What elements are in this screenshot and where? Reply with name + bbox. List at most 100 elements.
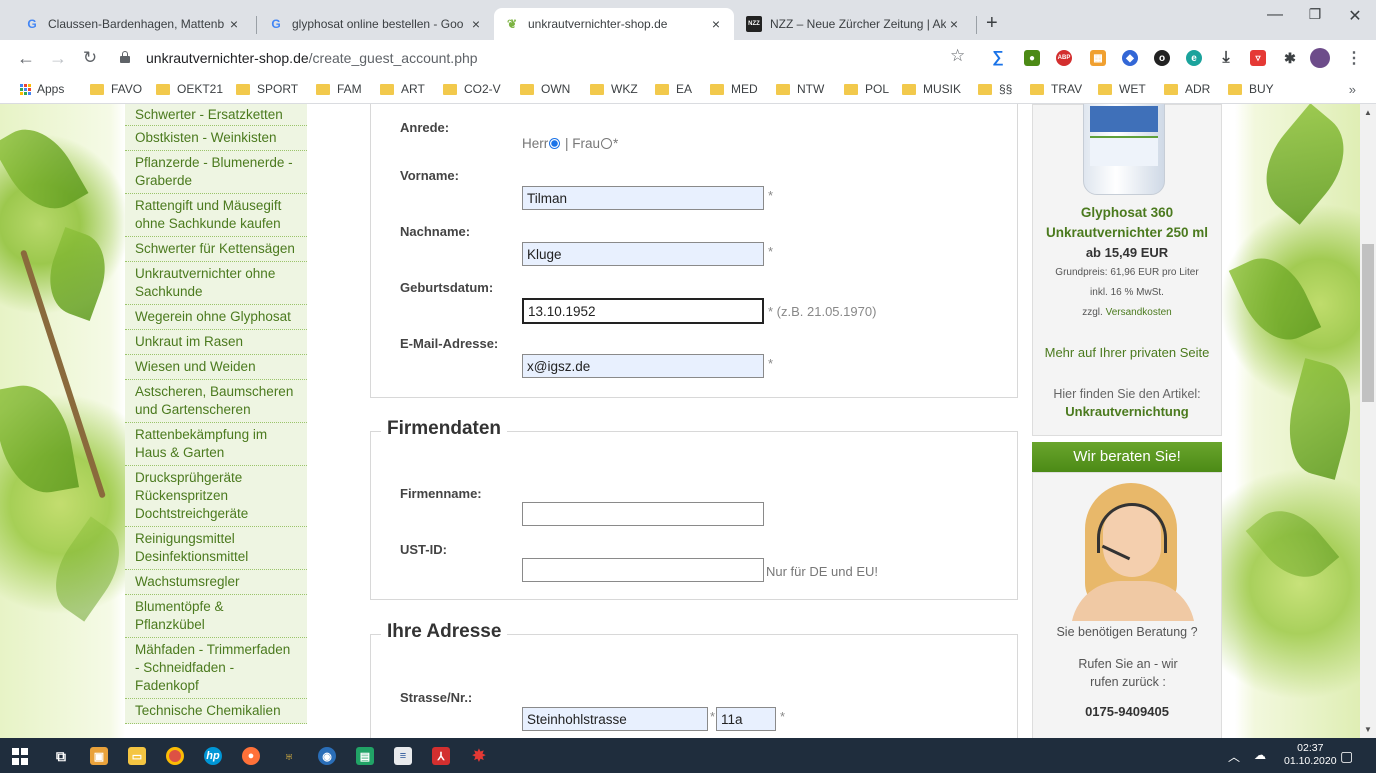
bookmark-folder[interactable]: ART — [380, 82, 425, 96]
bookmark-folder[interactable]: OEKT21 — [156, 82, 223, 96]
bookmark-folder[interactable]: POL — [844, 82, 889, 96]
bookmark-apps[interactable]: Apps — [20, 82, 64, 96]
extension-icon[interactable]: ● — [1024, 50, 1040, 66]
extension-icon[interactable]: e — [1186, 50, 1202, 66]
tab-nzz[interactable]: NZZ NZZ – Neue Zürcher Zeitung | Ak × — [736, 8, 972, 40]
store-icon[interactable]: ▣ — [90, 747, 108, 765]
tab-unkrautvernichter[interactable]: ❦ unkrautvernichter-shop.de × — [494, 8, 734, 40]
sidebar-item[interactable]: Schwerter für Kettensägen — [125, 237, 307, 262]
new-tab-button[interactable]: + — [986, 12, 998, 35]
pdf-icon[interactable]: ⅄ — [432, 747, 450, 765]
bookmark-folder[interactable]: WKZ — [590, 82, 638, 96]
close-icon[interactable]: × — [468, 16, 484, 32]
sidebar-item[interactable]: Wegerein ohne Glyphosat — [125, 305, 307, 330]
bookmark-folder[interactable]: BUY — [1228, 82, 1274, 96]
sidebar-item[interactable]: Blumentöpfe & Pflanzkübel — [125, 595, 307, 638]
close-icon[interactable]: × — [708, 16, 724, 32]
forward-icon[interactable]: → — [48, 48, 68, 68]
sidebar-item[interactable]: Obstkisten - Weinkisten — [125, 126, 307, 151]
back-icon[interactable]: ← — [16, 48, 36, 68]
sidebar-item[interactable]: Schwerter - Ersatzketten — [125, 104, 307, 126]
bookmark-folder[interactable]: MUSIK — [902, 82, 961, 96]
extension-icon[interactable]: o — [1154, 50, 1170, 66]
windows-start-icon[interactable] — [12, 747, 28, 765]
scrollbar-thumb[interactable] — [1362, 244, 1374, 402]
tab-claussen[interactable]: G Claussen-Bardenhagen, Mattenb × — [14, 8, 252, 40]
window-close-icon[interactable]: ✕ — [1340, 6, 1370, 26]
close-icon[interactable]: × — [946, 16, 962, 32]
spreadsheet-icon[interactable]: ▤ — [356, 747, 374, 765]
file-explorer-icon[interactable]: ▭ — [128, 747, 146, 765]
bookmark-folder[interactable]: MED — [710, 82, 758, 96]
bookmark-folder[interactable]: WET — [1098, 82, 1146, 96]
firefox-icon[interactable]: ● — [242, 747, 260, 765]
bookmark-folder[interactable]: FAM — [316, 82, 362, 96]
sidebar-item[interactable]: Rattengift und Mäusegift ohne Sachkunde … — [125, 194, 307, 237]
bookmark-star-icon[interactable]: ☆ — [950, 46, 965, 66]
sidebar-item[interactable]: Astscheren, Baumscheren und Gartenschere… — [125, 380, 307, 423]
versandkosten-link[interactable]: Versandkosten — [1106, 307, 1172, 318]
sidebar-item[interactable]: Reinigungsmittel Desinfektionsmittel — [125, 527, 307, 570]
product-image[interactable] — [1083, 104, 1165, 195]
extensions-puzzle-icon[interactable]: ✱ — [1282, 50, 1298, 66]
address-bar[interactable]: unkrautvernichter-shop.de/create_guest_a… — [106, 45, 976, 71]
ustid-input[interactable] — [522, 558, 764, 582]
firmenname-input[interactable] — [522, 502, 764, 526]
tray-chevron-icon[interactable]: ︿ — [1228, 748, 1240, 765]
sidebar-item[interactable]: Drucksprühgeräte Rückenspritzen Dochtstr… — [125, 466, 307, 527]
pocket-icon[interactable]: ▿ — [1250, 50, 1266, 66]
bookmark-folder[interactable]: FAVO — [90, 82, 142, 96]
app-icon[interactable]: ◉ — [318, 747, 336, 765]
bookmark-folder[interactable]: CO2-V — [443, 82, 501, 96]
sidebar-item[interactable]: Technische Chemikalien — [125, 699, 307, 724]
unkrautvernichtung-link[interactable]: Unkrautvernichtung — [1065, 404, 1189, 419]
hp-icon[interactable]: hp — [204, 747, 222, 765]
scroll-down-icon[interactable]: ▼ — [1364, 725, 1372, 734]
bookmark-folder[interactable]: TRAV — [1030, 82, 1082, 96]
restore-icon[interactable]: ❐ — [1300, 6, 1330, 23]
sidebar-item[interactable]: Unkraut im Rasen — [125, 330, 307, 355]
sidebar-item[interactable]: Pflanzerde - Blumenerde - Graberde — [125, 151, 307, 194]
minimize-icon[interactable]: — — [1260, 6, 1290, 24]
tab-glyphosat-search[interactable]: G glyphosat online bestellen - Goo × — [258, 8, 494, 40]
network-icon[interactable]: ☁ — [1254, 748, 1266, 762]
close-icon[interactable]: × — [226, 16, 242, 32]
reload-icon[interactable]: ↻ — [80, 48, 100, 68]
radio-herr[interactable] — [549, 138, 561, 149]
email-input[interactable]: x@igsz.de — [522, 354, 764, 378]
bookmark-folder[interactable]: NTW — [776, 82, 824, 96]
shield-extension-icon[interactable]: ◆ — [1122, 50, 1138, 66]
document-icon[interactable]: ≡ — [394, 747, 412, 765]
bookmark-folder[interactable]: SPORT — [236, 82, 298, 96]
bookmark-folder[interactable]: §§ — [978, 82, 1012, 96]
bookmark-folder[interactable]: EA — [655, 82, 692, 96]
adblock-icon[interactable]: ABP — [1056, 50, 1072, 66]
private-page-link[interactable]: Mehr auf Ihrer privaten Seite — [1033, 345, 1221, 360]
scroll-up-icon[interactable]: ▲ — [1364, 108, 1372, 117]
app-icon[interactable]: ♅ — [280, 747, 298, 765]
bookmark-folder[interactable]: OWN — [520, 82, 570, 96]
download-icon[interactable]: ⤓ — [1218, 49, 1234, 66]
bookmarks-overflow-button[interactable]: » — [1349, 82, 1356, 97]
sidebar-item[interactable]: Wachstumsregler — [125, 570, 307, 595]
sidebar-item[interactable]: Wiesen und Weiden — [125, 355, 307, 380]
bookmark-folder[interactable]: ADR — [1164, 82, 1210, 96]
strasse-input[interactable]: Steinhohlstrasse — [522, 707, 708, 731]
geburtsdatum-input[interactable]: 13.10.1952 — [522, 298, 764, 324]
hausnummer-input[interactable]: 11a — [716, 707, 776, 731]
product-name-link[interactable]: Glyphosat 360 Unkrautvernichter 250 ml — [1033, 203, 1221, 243]
notifications-icon[interactable]: ▢ — [1340, 748, 1353, 765]
radio-frau[interactable] — [601, 138, 613, 149]
app-icon[interactable]: ✸ — [470, 747, 488, 765]
sidebar-item[interactable]: Mähfaden - Trimmerfaden - Schneidfaden -… — [125, 638, 307, 699]
sigma-extension-icon[interactable]: ∑ — [990, 49, 1006, 66]
page-scrollbar[interactable]: ▲ ▼ — [1360, 104, 1376, 738]
sidebar-item[interactable]: Rattenbekämpfung im Haus & Garten — [125, 423, 307, 466]
nachname-input[interactable]: Kluge — [522, 242, 764, 266]
extension-icon[interactable]: ▦ — [1090, 50, 1106, 66]
menu-kebab-icon[interactable]: ⋮ — [1346, 50, 1362, 67]
profile-avatar[interactable] — [1310, 48, 1330, 68]
chrome-icon[interactable] — [166, 747, 184, 765]
sidebar-item[interactable]: Unkrautvernichter ohne Sachkunde — [125, 262, 307, 305]
taskbar-clock[interactable]: 02:37 01.10.2020 — [1284, 742, 1337, 768]
